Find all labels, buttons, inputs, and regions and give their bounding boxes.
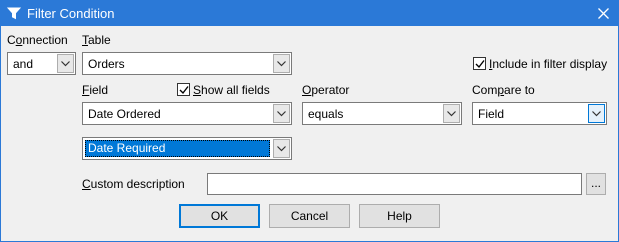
- browse-button[interactable]: ...: [586, 173, 606, 195]
- close-button[interactable]: [588, 1, 618, 26]
- chevron-down-icon: [447, 111, 456, 117]
- include-in-filter-display-checkbox[interactable]: [473, 57, 486, 70]
- checkmark-icon: [475, 60, 485, 69]
- connection-dropdown[interactable]: and: [7, 52, 76, 75]
- checkmark-icon: [179, 86, 189, 95]
- connection-label: Connection: [7, 33, 68, 47]
- custom-description-input[interactable]: [207, 173, 582, 195]
- compare-to-label: Compare to: [472, 83, 535, 97]
- show-all-fields-checkbox[interactable]: [177, 83, 190, 96]
- include-in-filter-display-label[interactable]: Include in filter display: [489, 57, 607, 71]
- title-bar[interactable]: Filter Condition: [1, 1, 618, 26]
- compare-field-value: Date Required: [88, 141, 166, 155]
- filter-condition-dialog: Filter Condition Connection Table and Or…: [0, 0, 619, 242]
- table-value: Orders: [88, 57, 125, 71]
- field-dropdown[interactable]: Date Ordered: [82, 102, 292, 125]
- table-dropdown-button[interactable]: [273, 54, 290, 73]
- compare-to-dropdown[interactable]: Field: [472, 102, 607, 125]
- field-dropdown-button[interactable]: [273, 104, 290, 123]
- compare-to-dropdown-button[interactable]: [588, 104, 605, 123]
- show-all-fields-label[interactable]: Show all fields: [193, 83, 270, 97]
- chevron-down-icon: [277, 61, 286, 67]
- compare-field-dropdown[interactable]: Date Required: [82, 137, 292, 160]
- help-button[interactable]: Help: [359, 204, 440, 228]
- operator-value: equals: [308, 107, 344, 121]
- cancel-button[interactable]: Cancel: [269, 204, 350, 228]
- field-label: Field: [82, 83, 109, 97]
- window-title: Filter Condition: [27, 6, 115, 21]
- field-value: Date Ordered: [88, 107, 161, 121]
- operator-label: Operator: [302, 83, 350, 97]
- table-label: Table: [82, 33, 111, 47]
- chevron-down-icon: [277, 146, 286, 152]
- chevron-down-icon: [277, 111, 286, 117]
- table-dropdown[interactable]: Orders: [82, 52, 292, 75]
- operator-dropdown-button[interactable]: [443, 104, 460, 123]
- operator-dropdown[interactable]: equals: [302, 102, 462, 125]
- compare-field-dropdown-button[interactable]: [273, 139, 290, 158]
- ok-button[interactable]: OK: [179, 204, 260, 228]
- connection-value: and: [13, 57, 34, 71]
- connection-dropdown-button[interactable]: [57, 54, 74, 73]
- funnel-icon: [6, 7, 22, 20]
- custom-description-label: Custom description: [82, 177, 185, 191]
- compare-to-value: Field: [478, 107, 505, 121]
- chevron-down-icon: [61, 61, 70, 67]
- close-icon: [598, 8, 609, 19]
- chevron-down-icon: [592, 111, 601, 117]
